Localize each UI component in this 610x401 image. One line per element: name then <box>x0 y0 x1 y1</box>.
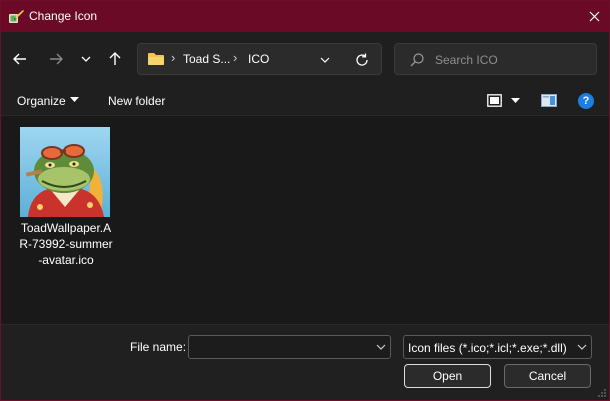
file-item[interactable]: ToadWallpaper.A R-73992-summer -avatar.i… <box>16 125 116 270</box>
preview-pane-icon[interactable] <box>541 94 557 107</box>
file-name-field-label: File name: <box>130 340 187 354</box>
close-button[interactable] <box>579 1 609 32</box>
cancel-button[interactable]: Cancel <box>504 364 591 388</box>
file-list: ToadWallpaper.A R-73992-summer -avatar.i… <box>1 117 609 324</box>
organize-button[interactable]: Organize <box>17 94 66 108</box>
chevron-down-icon <box>81 56 91 62</box>
address-history-button[interactable] <box>318 53 332 67</box>
change-icon-app-icon <box>9 10 24 23</box>
file-name-input[interactable] <box>193 339 368 355</box>
breadcrumb-separator-icon: › <box>233 50 238 65</box>
refresh-icon[interactable] <box>354 52 370 68</box>
new-folder-button[interactable]: New folder <box>108 94 165 108</box>
resize-grip-icon[interactable] <box>597 388 607 398</box>
chevron-down-icon <box>577 344 587 350</box>
caret-down-icon[interactable] <box>511 98 520 104</box>
close-icon <box>589 11 599 22</box>
file-name-line-2: R-73992-summer <box>19 237 113 251</box>
file-name-line-3: -avatar.ico <box>38 253 94 267</box>
breadcrumb-ico[interactable]: ICO <box>248 52 269 66</box>
open-button[interactable]: Open <box>404 364 491 388</box>
up-button[interactable] <box>104 48 126 70</box>
breadcrumb-toad[interactable]: Toad S... <box>183 52 230 66</box>
caret-down-icon[interactable] <box>70 97 79 103</box>
arrow-right-icon <box>50 53 63 65</box>
search-input[interactable] <box>435 51 590 69</box>
recent-locations-button[interactable] <box>75 48 97 70</box>
help-button[interactable]: ? <box>578 93 594 109</box>
address-bar[interactable]: › Toad S... › ICO <box>137 43 382 75</box>
search-box[interactable] <box>394 43 597 75</box>
toad-avatar-thumbnail <box>20 127 110 217</box>
search-icon <box>410 53 424 67</box>
back-button[interactable] <box>9 48 31 70</box>
window-title: Change Icon <box>29 9 98 23</box>
arrow-left-icon <box>13 53 26 65</box>
chevron-down-icon <box>320 57 330 63</box>
chevron-down-icon[interactable] <box>376 342 386 352</box>
command-bar: Organize New folder ? <box>1 86 609 116</box>
file-name-label: ToadWallpaper.A R-73992-summer -avatar.i… <box>16 220 116 268</box>
folder-icon <box>148 53 164 65</box>
file-name-combobox[interactable] <box>188 335 391 359</box>
view-mode-icon[interactable] <box>487 94 502 107</box>
change-icon-dialog: Change Icon › Toad S... › ICO Search ICO… <box>0 0 610 401</box>
breadcrumb-separator-icon: › <box>171 50 176 65</box>
arrow-up-icon <box>109 52 121 65</box>
navigation-bar: › Toad S... › ICO <box>1 32 609 86</box>
forward-button[interactable] <box>45 48 67 70</box>
title-bar: Change Icon <box>1 1 609 32</box>
footer-panel: File name: Icon files (*.ico;*.icl;*.exe… <box>1 324 609 400</box>
file-name-line-1: ToadWallpaper.A <box>20 221 112 235</box>
file-type-select[interactable]: Icon files (*.ico;*.icl;*.exe;*.dll) <box>403 335 592 359</box>
file-type-selected: Icon files (*.ico;*.icl;*.exe;*.dll) <box>408 341 567 355</box>
